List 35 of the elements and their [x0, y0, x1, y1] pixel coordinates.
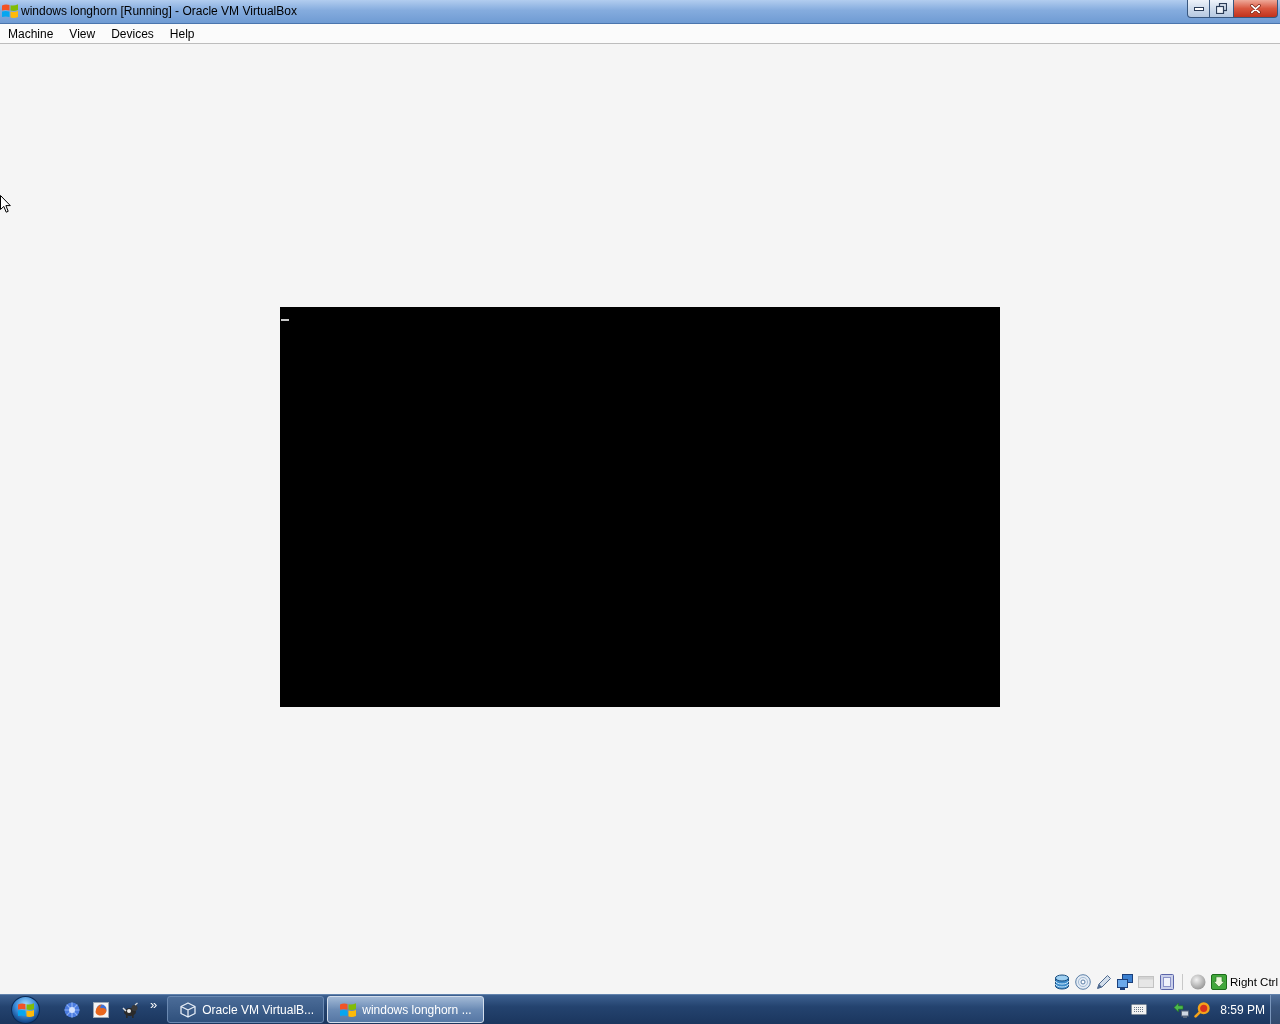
menu-item[interactable]: Help: [161, 24, 203, 43]
pencil-icon[interactable]: [1096, 974, 1113, 990]
wheel-icon[interactable]: [64, 1001, 80, 1018]
menu-item[interactable]: Devices: [103, 24, 162, 43]
restore-icon: [1216, 3, 1227, 14]
window-title: windows longhorn [Running] - Oracle VM VirtualBox: [21, 3, 297, 19]
keyboard-icon[interactable]: [1131, 1004, 1148, 1015]
chip-icon[interactable]: [1159, 974, 1176, 990]
dog-icon[interactable]: [122, 1001, 138, 1018]
monitors-icon[interactable]: [1117, 974, 1134, 990]
restore-button[interactable]: [1210, 0, 1234, 18]
more-button[interactable]: »: [150, 997, 158, 1012]
text-cursor-icon: [281, 319, 289, 321]
show-desktop-button[interactable]: [1270, 995, 1280, 1024]
menu-item[interactable]: View: [61, 24, 104, 43]
globe-icon[interactable]: [93, 1001, 109, 1018]
close-icon: [1250, 3, 1261, 14]
minimize-button[interactable]: [1187, 0, 1210, 18]
taskbar-button[interactable]: windows longhorn ...: [327, 996, 485, 1023]
network-icon[interactable]: [1173, 1001, 1190, 1018]
flag-icon: [340, 1001, 357, 1018]
menu-item[interactable]: Machine: [0, 24, 62, 43]
flag-icon: [2, 3, 18, 19]
disk-stack-icon[interactable]: [1054, 974, 1071, 990]
cube-icon: [180, 1001, 197, 1018]
host-key-label: Right Ctrl: [1230, 976, 1278, 988]
minimize-icon: [1193, 6, 1204, 11]
taskbar-button[interactable]: Oracle VM VirtualB...: [167, 996, 325, 1023]
close-button[interactable]: [1234, 0, 1278, 18]
start-button[interactable]: [11, 995, 40, 1024]
magnifier-icon[interactable]: [1194, 1001, 1211, 1018]
down-arrow-icon[interactable]: [1211, 974, 1228, 990]
flag-icon: [17, 1001, 34, 1018]
clock: 8:59 PM: [1220, 1002, 1265, 1017]
disc-icon[interactable]: [1075, 974, 1092, 990]
